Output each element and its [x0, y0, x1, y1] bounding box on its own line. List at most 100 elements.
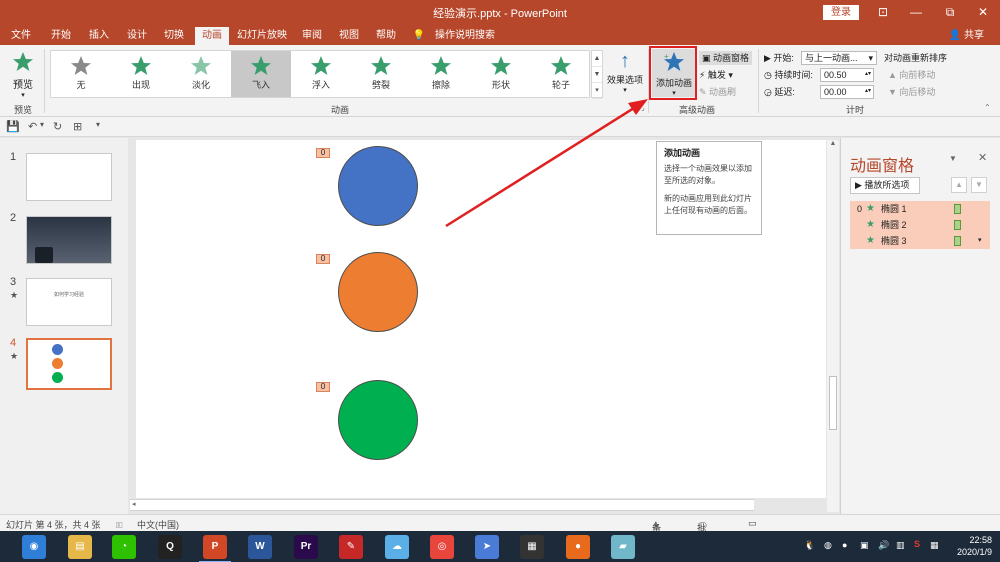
tab-help[interactable]: 帮助 — [371, 27, 401, 45]
delay-input[interactable]: 00.00 ▴▾ — [820, 85, 874, 99]
present-icon[interactable]: ⊞ — [73, 120, 82, 133]
animation-order-badge[interactable]: 0 — [316, 382, 330, 392]
login-button[interactable]: 登录 — [823, 5, 859, 20]
ball-app-icon[interactable]: ● — [566, 535, 590, 559]
scrollbar-thumb[interactable] — [829, 376, 837, 430]
horizontal-scrollbar[interactable]: ◂ — [130, 499, 754, 511]
tray-app-icon[interactable]: ▣ — [860, 540, 869, 551]
play-selected-button[interactable]: ▶ 播放所选项 — [850, 177, 920, 194]
gallery-more-icon[interactable]: ▾ — [592, 83, 602, 99]
chevron-down-icon[interactable]: ▾ — [40, 120, 44, 129]
notes-app-icon[interactable]: ▰ — [611, 535, 635, 559]
move-earlier-button[interactable]: ▲ 向前移动 — [888, 68, 935, 82]
timeline-bar[interactable] — [954, 236, 961, 246]
wechat-icon[interactable]: ◔ — [112, 535, 136, 559]
cloud-icon[interactable]: ☁ — [385, 535, 409, 559]
trigger-button[interactable]: ⚡ 触发 ▾ — [699, 68, 733, 82]
word-icon[interactable]: W — [248, 535, 272, 559]
tab-insert[interactable]: 插入 — [84, 27, 114, 45]
circle-orange[interactable] — [338, 252, 418, 332]
list-item[interactable]: ★ 椭圆 3 ▾ — [850, 233, 990, 249]
sogou-input-icon[interactable]: S — [914, 539, 920, 549]
gallery-up-icon[interactable]: ▲ — [592, 51, 602, 67]
share-button[interactable]: 👤 共享 — [949, 27, 984, 45]
ribbon-display-icon[interactable]: ⊡ — [872, 0, 894, 24]
tab-view[interactable]: 视图 — [334, 27, 364, 45]
animation-order-badge[interactable]: 0 — [316, 148, 330, 158]
tray-app-icon[interactable]: ▥ — [896, 540, 905, 551]
animation-fade[interactable]: 淡化 — [171, 51, 231, 97]
feishu-icon[interactable]: ➤ — [475, 535, 499, 559]
file-explorer-icon[interactable]: ▤ — [68, 535, 92, 559]
powerpoint-icon[interactable]: P — [199, 535, 231, 562]
paint-icon[interactable]: ✎ — [339, 535, 363, 559]
timeline-bar[interactable] — [954, 220, 961, 230]
tab-review[interactable]: 审阅 — [297, 27, 327, 45]
normal-view-icon[interactable]: ▭ — [748, 518, 757, 529]
collapse-ribbon-icon[interactable]: ⌃ — [984, 103, 991, 112]
minimize-button[interactable]: — — [903, 0, 929, 24]
premiere-icon[interactable]: Pr — [294, 535, 318, 559]
animation-float-in[interactable]: 浮入 — [291, 51, 351, 97]
animation-wipe[interactable]: 擦除 — [411, 51, 471, 97]
qq-tray-icon[interactable]: 🐧 — [804, 540, 815, 551]
undo-icon[interactable]: ↶ — [28, 120, 37, 133]
customize-icon[interactable]: ▾ — [96, 120, 100, 129]
duration-input[interactable]: 00.50 ▴▾ — [820, 68, 874, 82]
scroll-left-icon[interactable]: ◂ — [132, 500, 136, 508]
vertical-scrollbar[interactable]: ▲ — [827, 140, 839, 512]
pane-options-icon[interactable]: ▼ — [949, 154, 957, 163]
animation-painter-button[interactable]: ✎ 动画刷 — [699, 85, 736, 99]
gallery-down-icon[interactable]: ▼ — [592, 67, 602, 83]
animation-fly-in[interactable]: 飞入 — [231, 51, 291, 97]
animation-split[interactable]: 劈裂 — [351, 51, 411, 97]
slide-thumbnail-3[interactable]: 如何学习经验 — [26, 278, 112, 326]
timeline-bar[interactable] — [954, 204, 961, 214]
spinner-icon[interactable]: ▴▾ — [865, 85, 871, 97]
move-up-icon[interactable]: ▲ — [951, 177, 967, 193]
close-button[interactable]: ✕ — [970, 0, 996, 24]
pane-close-icon[interactable]: ✕ — [978, 151, 987, 164]
clock[interactable]: 22:58 2020/1/9 — [944, 534, 992, 558]
move-later-button[interactable]: ▼ 向后移动 — [888, 85, 935, 99]
qq-icon[interactable]: Q — [158, 535, 182, 559]
tab-home[interactable]: 开始 — [46, 27, 76, 45]
start-select[interactable]: 与上一动画... ▾ — [801, 51, 877, 65]
animation-appear[interactable]: 出现 — [111, 51, 171, 97]
slide-thumbnail-1[interactable] — [26, 153, 112, 201]
scroll-up-icon[interactable]: ▲ — [827, 140, 839, 147]
list-item[interactable]: ★ 椭圆 2 — [850, 217, 990, 233]
tell-me-search[interactable]: 操作说明搜索 — [430, 27, 500, 45]
spinner-icon[interactable]: ▴▾ — [865, 68, 871, 80]
video-editor-icon[interactable]: ▦ — [520, 535, 544, 559]
animation-none[interactable]: 无 — [51, 51, 111, 97]
list-item[interactable]: 0 ★ 椭圆 1 — [850, 201, 990, 217]
animation-pane-button[interactable]: ▣ 动画窗格 — [699, 51, 753, 65]
tray-app-icon[interactable]: ▦ — [930, 540, 939, 551]
save-icon[interactable]: 💾 — [6, 120, 20, 133]
slide-thumbnail-4[interactable] — [26, 338, 112, 390]
tab-slideshow[interactable]: 幻灯片放映 — [234, 27, 290, 45]
animation-shape[interactable]: 形状 — [471, 51, 531, 97]
tab-transitions[interactable]: 切换 — [159, 27, 189, 45]
restore-button[interactable]: ⧉ — [937, 0, 963, 24]
tray-app-icon[interactable]: ◍ — [824, 540, 832, 551]
tray-app-icon[interactable]: ● — [842, 540, 847, 550]
circle-blue[interactable] — [338, 146, 418, 226]
language-indicator[interactable]: 中文(中国) — [137, 518, 179, 531]
volume-icon[interactable]: 🔊 — [878, 540, 889, 551]
effect-options-button[interactable]: ↑ 效果选项 ▾ — [606, 51, 644, 94]
gallery-scroll[interactable]: ▲ ▼ ▾ — [591, 50, 603, 99]
item-dropdown-icon[interactable]: ▾ — [978, 233, 982, 249]
animation-order-badge[interactable]: 0 — [316, 254, 330, 264]
tab-file[interactable]: 文件 — [6, 27, 36, 45]
circle-green[interactable] — [338, 380, 418, 460]
chrome-icon[interactable]: ◎ — [430, 535, 454, 559]
tab-animations[interactable]: 动画 — [195, 27, 229, 45]
preview-button[interactable]: 预览 ▾ — [6, 51, 40, 99]
dialog-launcher-icon[interactable]: ⌟ — [641, 103, 645, 112]
browser-360-icon[interactable]: ◉ — [22, 535, 46, 559]
tab-design[interactable]: 设计 — [122, 27, 152, 45]
animation-wheel[interactable]: 轮子 — [531, 51, 591, 97]
redo-icon[interactable]: ↻ — [53, 120, 62, 133]
